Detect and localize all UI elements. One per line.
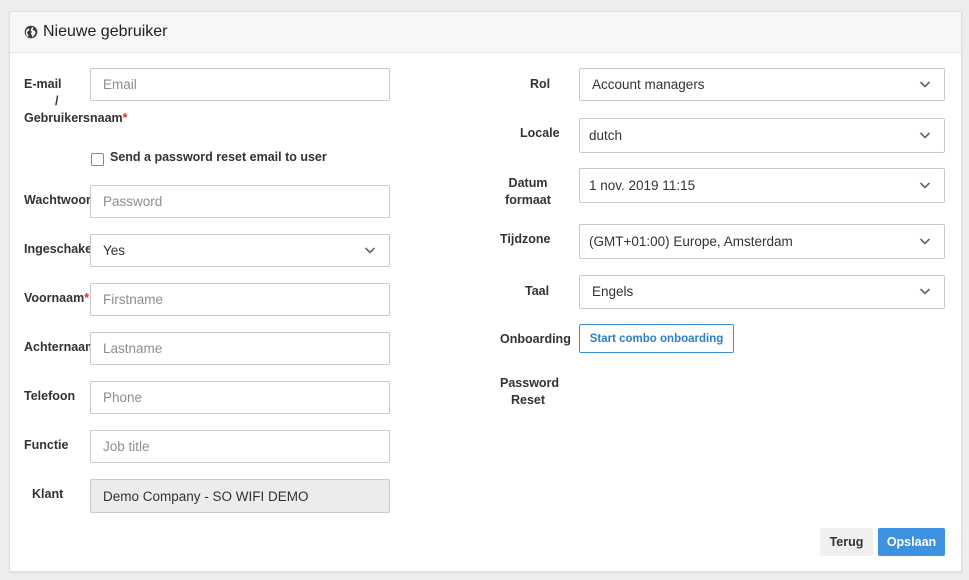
password-reset-checkbox[interactable] (91, 153, 104, 166)
chevron-down-icon (919, 288, 931, 295)
lastname-input[interactable] (91, 333, 389, 364)
dateformat-label: Datum formaat (500, 175, 556, 209)
password-reset-checkbox-label: Send a password reset email to user (110, 150, 327, 164)
role-label: Rol (530, 77, 551, 91)
enabled-label: Ingeschakeld (24, 242, 90, 256)
jobtitle-label: Functie (24, 438, 69, 452)
role-select[interactable]: Account managers (579, 68, 945, 101)
lastname-field[interactable] (90, 332, 390, 365)
chevron-down-icon (919, 132, 931, 139)
phone-field[interactable] (90, 381, 390, 414)
language-label: Taal (525, 284, 550, 298)
password-field[interactable] (90, 185, 390, 218)
enabled-select-value: Yes (103, 243, 126, 258)
email-label-line3: Gebruikersnaam* (24, 110, 128, 127)
role-select-value: Account managers (592, 77, 705, 92)
dateformat-select[interactable]: 1 nov. 2019 11:15 (579, 168, 945, 203)
required-marker: * (122, 111, 128, 125)
lastname-label: Achternaam (24, 340, 90, 354)
dateformat-label-line2: formaat (505, 193, 551, 207)
dateformat-select-value: 1 nov. 2019 11:15 (589, 178, 696, 193)
start-onboarding-button[interactable]: Start combo onboarding (579, 324, 734, 353)
firstname-field[interactable] (90, 283, 390, 316)
chevron-down-icon (919, 182, 931, 189)
locale-select[interactable]: dutch (579, 118, 945, 153)
phone-input[interactable] (91, 382, 389, 413)
email-input[interactable] (91, 69, 389, 100)
locale-label: Locale (520, 126, 560, 140)
panel-header: Nieuwe gebruiker (10, 12, 961, 53)
jobtitle-field[interactable] (90, 430, 390, 463)
required-marker: * (84, 291, 90, 305)
phone-label: Telefoon (24, 389, 76, 403)
password-reset-label: Password Reset (500, 375, 560, 409)
save-button[interactable]: Opslaan (878, 528, 945, 556)
timezone-select-value: (GMT+01:00) Europe, Amsterdam (589, 234, 793, 249)
chevron-down-icon (919, 238, 931, 245)
language-select[interactable]: Engels (579, 275, 945, 309)
customer-field: Demo Company - SO WIFI DEMO (90, 479, 390, 513)
firstname-label-text: Voornaam (24, 291, 85, 305)
page-title: Nieuwe gebruiker (24, 23, 168, 41)
language-select-value: Engels (592, 284, 634, 299)
back-button[interactable]: Terug (820, 528, 873, 556)
chevron-down-icon (364, 247, 376, 254)
dateformat-label-line1: Datum (508, 176, 548, 190)
globe-icon (24, 25, 38, 39)
email-label-text: Gebruikersnaam (24, 111, 123, 125)
password-label: Wachtwoord (24, 193, 90, 207)
timezone-select[interactable]: (GMT+01:00) Europe, Amsterdam (579, 224, 945, 259)
onboarding-label: Onboarding (500, 332, 571, 346)
locale-select-value: dutch (589, 128, 623, 143)
enabled-select[interactable]: Yes (90, 234, 390, 267)
customer-value: Demo Company - SO WIFI DEMO (103, 489, 309, 504)
firstname-input[interactable] (91, 284, 389, 315)
timezone-label: Tijdzone (500, 232, 551, 246)
page-title-text: Nieuwe gebruiker (43, 23, 168, 40)
password-input[interactable] (91, 186, 389, 217)
password-reset-label-line1: Password (500, 376, 560, 390)
password-reset-label-line2: Reset (510, 393, 546, 407)
email-field[interactable] (90, 68, 390, 101)
new-user-panel: Nieuwe gebruiker E-mail / Gebruikersnaam… (9, 11, 962, 572)
jobtitle-input[interactable] (91, 431, 389, 462)
firstname-label: Voornaam* (24, 290, 89, 307)
customer-label: Klant (32, 487, 64, 501)
chevron-down-icon (919, 81, 931, 88)
